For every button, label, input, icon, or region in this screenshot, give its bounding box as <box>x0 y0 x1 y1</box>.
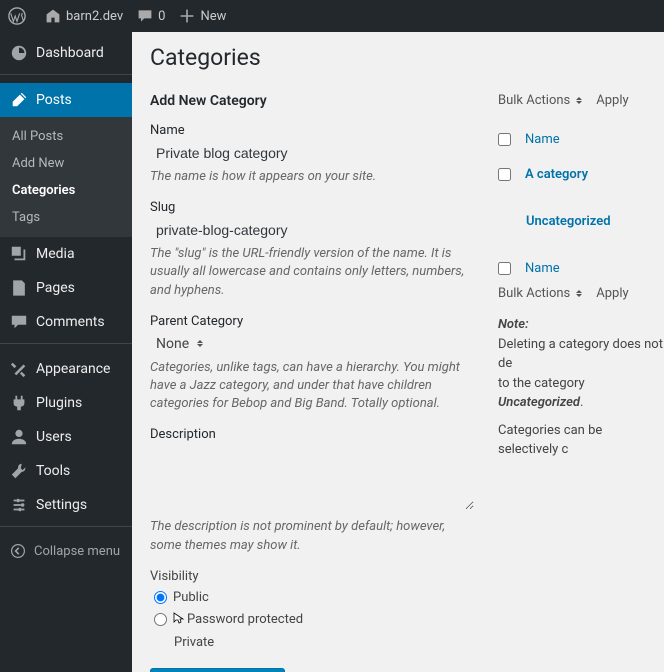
note-text: Note: Deleting a category does not de to… <box>498 315 664 460</box>
name-hint: The name is how it appears on your site. <box>150 168 474 186</box>
bulk-actions-top: Bulk Actions Apply <box>498 93 664 108</box>
description-hint: The description is not prominent by defa… <box>150 518 474 554</box>
select-all-checkbox[interactable] <box>498 133 511 146</box>
page-title: Categories <box>150 44 664 71</box>
bulk-select[interactable]: Bulk Actions <box>498 93 570 108</box>
note-line: Categories can be selectively c <box>498 423 602 458</box>
submenu-posts: All Posts Add New Categories Tags <box>0 117 132 237</box>
category-list: Bulk Actions Apply Name A category Uncat… <box>492 93 664 672</box>
slug-hint: The "slug" is the URL-friendly version o… <box>150 245 474 300</box>
menu-tools-label: Tools <box>36 463 70 479</box>
visibility-public-radio[interactable] <box>154 591 167 604</box>
name-label: Name <box>150 123 474 138</box>
category-link[interactable]: A category <box>525 167 588 182</box>
site-link[interactable]: barn2.dev <box>45 8 123 24</box>
table-header-row: Name <box>498 122 664 157</box>
submenu-add-new[interactable]: Add New <box>0 150 132 177</box>
bulk-actions-bottom: Bulk Actions Apply <box>498 286 664 301</box>
note-line: to the category <box>498 376 585 391</box>
visibility-private-label: Private <box>174 635 214 650</box>
menu-settings[interactable]: Settings <box>0 488 132 522</box>
bulk-select[interactable]: Bulk Actions <box>498 286 570 301</box>
content-area: Categories Add New Category Name The nam… <box>132 32 664 672</box>
cursor-icon <box>169 611 185 629</box>
add-category-button[interactable]: Add New Category <box>150 668 285 672</box>
description-label: Description <box>150 427 474 442</box>
slug-input[interactable] <box>150 219 474 241</box>
add-category-form: Add New Category Name The name is how it… <box>150 93 492 672</box>
new-label: New <box>200 9 226 24</box>
note-heading: Note: <box>498 315 664 335</box>
visibility-password-label: Password protected <box>187 612 303 627</box>
visibility-password-radio[interactable] <box>154 613 167 626</box>
apply-button[interactable]: Apply <box>596 93 628 108</box>
menu-plugins-label: Plugins <box>36 395 82 411</box>
menu-appearance[interactable]: Appearance <box>0 352 132 386</box>
menu-dashboard[interactable]: Dashboard <box>0 36 132 70</box>
submenu-all-posts[interactable]: All Posts <box>0 123 132 150</box>
description-input[interactable] <box>150 446 474 510</box>
admin-toolbar: barn2.dev 0 New <box>0 0 664 32</box>
slug-label: Slug <box>150 200 474 215</box>
visibility-public-label: Public <box>173 590 209 605</box>
menu-appearance-label: Appearance <box>36 361 110 377</box>
menu-posts[interactable]: Posts <box>0 83 132 117</box>
form-heading: Add New Category <box>150 93 474 109</box>
visibility-password-option[interactable]: Password protected <box>150 611 474 629</box>
category-link[interactable]: Uncategorized <box>526 214 611 229</box>
visibility-public-option[interactable]: Public <box>150 590 474 605</box>
admin-sidebar: Dashboard Posts All Posts Add New Catego… <box>0 32 132 672</box>
note-line: Deleting a category does not de <box>498 337 663 372</box>
select-all-checkbox[interactable] <box>498 262 511 275</box>
note-category: Uncategorized <box>498 395 580 410</box>
collapse-menu[interactable]: Collapse menu <box>0 535 132 567</box>
menu-settings-label: Settings <box>36 497 87 513</box>
comments-count: 0 <box>158 9 165 24</box>
visibility-private-option[interactable]: Private <box>150 635 474 650</box>
menu-users-label: Users <box>36 429 72 445</box>
apply-button[interactable]: Apply <box>596 286 628 301</box>
visibility-label: Visibility <box>150 569 199 584</box>
comments-link[interactable]: 0 <box>137 8 165 24</box>
name-input[interactable] <box>150 142 474 164</box>
wp-logo[interactable] <box>8 7 31 25</box>
menu-tools[interactable]: Tools <box>0 454 132 488</box>
collapse-label: Collapse menu <box>34 544 120 559</box>
select-arrow-icon <box>576 94 582 107</box>
table-row: A category <box>498 157 664 192</box>
menu-dashboard-label: Dashboard <box>36 45 104 61</box>
table-row: Uncategorized <box>498 192 664 251</box>
submenu-tags[interactable]: Tags <box>0 204 132 231</box>
menu-comments[interactable]: Comments <box>0 305 132 339</box>
menu-comments-label: Comments <box>36 314 105 330</box>
menu-pages[interactable]: Pages <box>0 271 132 305</box>
parent-hint: Categories, unlike tags, can have a hier… <box>150 359 474 414</box>
column-name[interactable]: Name <box>525 261 560 276</box>
site-name: barn2.dev <box>66 9 123 24</box>
parent-label: Parent Category <box>150 314 474 329</box>
menu-pages-label: Pages <box>36 280 75 296</box>
new-link[interactable]: New <box>179 8 226 24</box>
submenu-categories[interactable]: Categories <box>0 177 132 204</box>
select-arrow-icon <box>197 337 203 350</box>
column-name[interactable]: Name <box>525 132 560 147</box>
menu-media[interactable]: Media <box>0 237 132 271</box>
menu-plugins[interactable]: Plugins <box>0 386 132 420</box>
table-footer-row: Name <box>498 251 664 286</box>
row-checkbox[interactable] <box>498 168 511 181</box>
menu-media-label: Media <box>36 246 75 262</box>
select-arrow-icon <box>576 287 582 300</box>
parent-select[interactable]: None <box>150 333 195 355</box>
menu-users[interactable]: Users <box>0 420 132 454</box>
menu-posts-label: Posts <box>36 92 72 108</box>
